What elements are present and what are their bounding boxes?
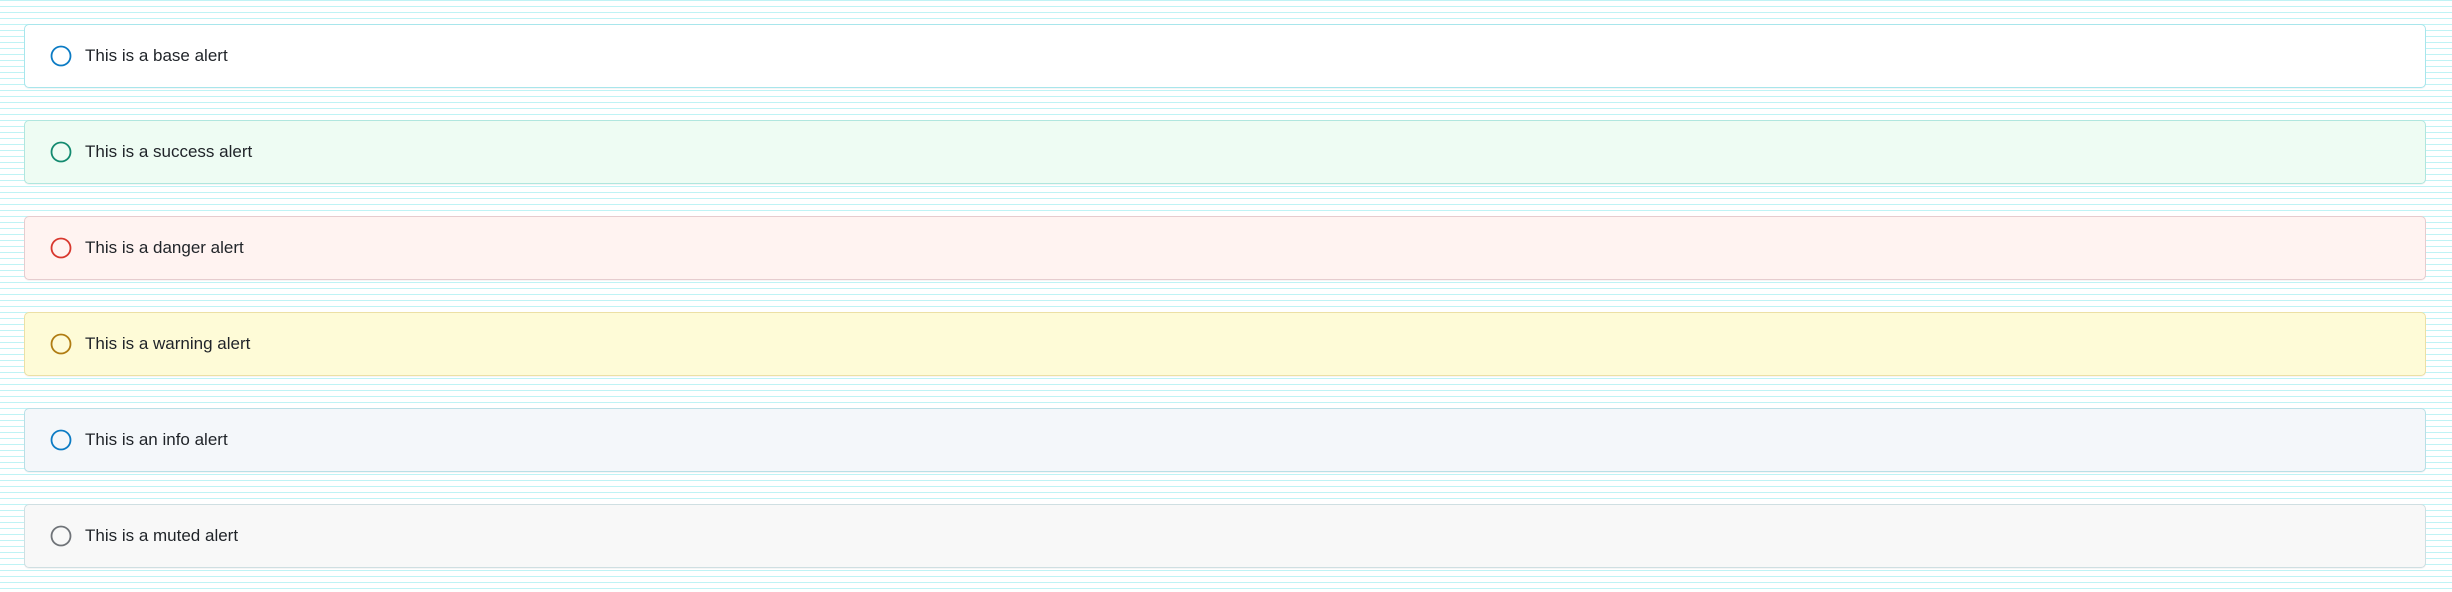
alert-info: This is an info alert [24,408,2426,472]
alert-success: This is a success alert [24,120,2426,184]
alert-warning-text: This is a warning alert [85,334,251,353]
alert-list: This is a base alert This is a success a… [24,24,2426,568]
alert-base-text: This is a base alert [85,46,228,65]
alert-danger: This is a danger alert [24,216,2426,280]
circle-icon [50,141,72,163]
circle-icon [50,525,72,547]
alert-muted-text: This is a muted alert [85,526,239,545]
alert-info-text: This is an info alert [85,430,228,449]
circle-icon [50,429,72,451]
alert-danger-text: This is a danger alert [85,238,244,257]
circle-icon [50,45,72,67]
alert-base: This is a base alert [24,24,2426,88]
circle-icon [50,237,72,259]
alert-warning: This is a warning alert [24,312,2426,376]
circle-icon [50,333,72,355]
alert-muted: This is a muted alert [24,504,2426,568]
alert-success-text: This is a success alert [85,142,253,161]
